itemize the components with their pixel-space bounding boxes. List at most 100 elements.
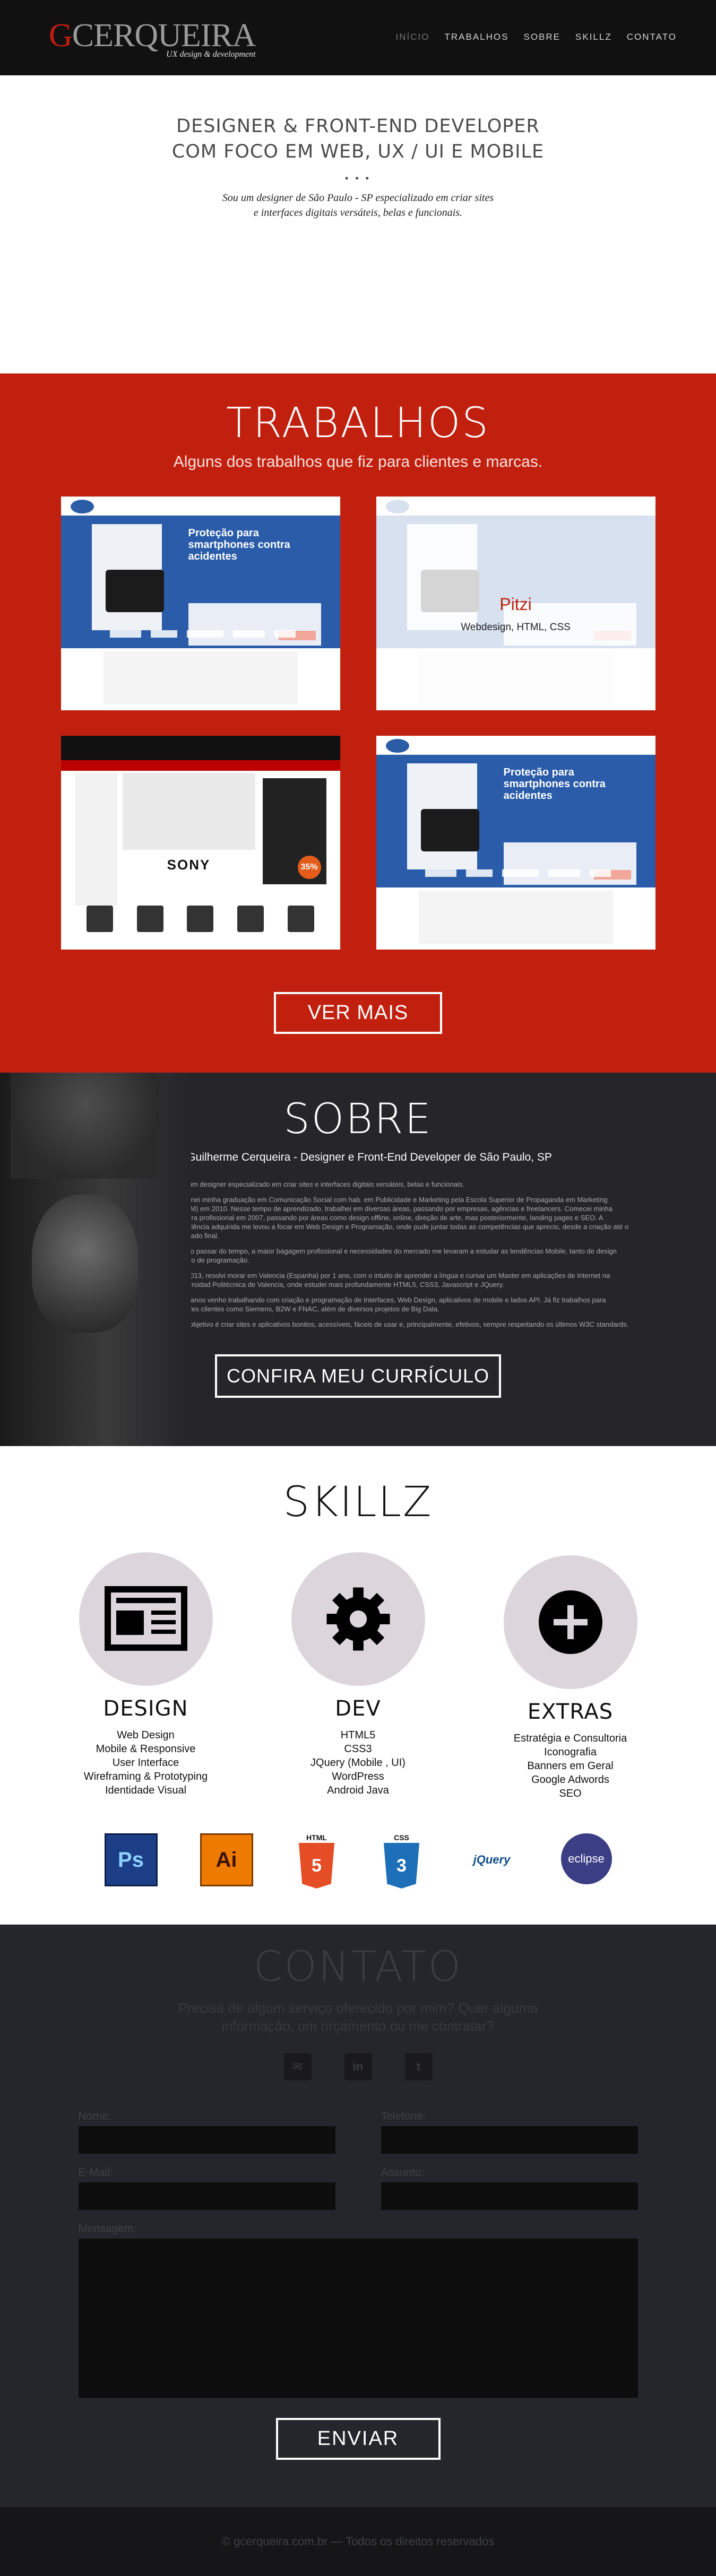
- profile-photo: [0, 1073, 191, 1446]
- skill-design: DESIGN Web Design Mobile & Responsive Us…: [79, 1552, 213, 1800]
- skill-item: Banners em Geral: [527, 1760, 614, 1772]
- site-logo[interactable]: GCERQUEIRA UX design & development: [49, 19, 256, 59]
- email-label: E-Mail:: [78, 2166, 113, 2179]
- sobre-section: SOBRE Sou Guilherme Cerqueira - Designer…: [0, 1073, 716, 1446]
- css3-logo: CSS 3: [381, 1833, 423, 1889]
- contato-title: CONTATO: [253, 1943, 463, 1991]
- skillz-section: SKILLZ DESIGN Web Design Mobile & Respon…: [0, 1446, 716, 1925]
- skill-item: SEO: [559, 1788, 582, 1799]
- site-header: GCERQUEIRA UX design & development INÍCI…: [0, 0, 716, 75]
- telefone-input[interactable]: [381, 2126, 638, 2154]
- curriculo-button[interactable]: CONFIRA MEU CURRÍCULO: [214, 1354, 502, 1398]
- portfolio-item-pitzi-1[interactable]: Proteção para smartphones contra acident…: [61, 497, 340, 710]
- contato-question-line-2: informação, um orçamento ou me contratar…: [221, 2018, 495, 2034]
- portfolio-overlay: Pitzi Webdesign, HTML, CSS: [376, 497, 655, 710]
- html5-icon: 5: [298, 1843, 335, 1889]
- nome-label: Nome:: [78, 2110, 111, 2122]
- gear-icon: [291, 1552, 425, 1686]
- screenshot-headline: Proteção para smartphones contra acident…: [188, 527, 290, 562]
- sobre-paragraph: Terminei minha graduação em Comunicação …: [174, 1196, 629, 1240]
- site-footer: © gcerqueira.com.br — Todos os direitos …: [0, 2507, 716, 2576]
- ver-mais-button[interactable]: VER MAIS: [273, 992, 443, 1034]
- hero-dots: • • •: [345, 173, 371, 184]
- hero-desc-line-1: Sou um designer de São Paulo - SP especi…: [222, 192, 494, 204]
- sobre-paragraph: Com o passar do tempo, a maior bagagem p…: [174, 1247, 617, 1264]
- contato-question-line-1: Precisa de algum serviço oferecido por m…: [178, 2000, 538, 2016]
- telefone-label: Telefone:: [381, 2110, 426, 2122]
- contato-section: CONTATO Precisa de algum serviço ofereci…: [0, 1925, 716, 2507]
- mensagem-textarea[interactable]: [78, 2239, 638, 2398]
- sobre-paragraph: Há 5 anos venho trabalhando com criação …: [174, 1296, 606, 1313]
- skill-item: User Interface: [112, 1757, 179, 1769]
- skillz-title: SKILLZ: [283, 1478, 433, 1526]
- css3-icon: 3: [383, 1843, 420, 1889]
- contato-question: Precisa de algum serviço oferecido por m…: [0, 1999, 716, 2035]
- skill-list: Web Design Mobile & Responsive User Inte…: [79, 1728, 213, 1797]
- mensagem-label: Mensagem:: [78, 2223, 137, 2235]
- enviar-button[interactable]: ENVIAR: [275, 2418, 441, 2460]
- skill-title: DESIGN: [103, 1696, 188, 1721]
- portfolio-screenshot: Proteção para smartphones contra acident…: [61, 497, 340, 710]
- nav-contato[interactable]: CONTATO: [619, 32, 684, 42]
- skill-item: Mobile & Responsive: [96, 1743, 196, 1755]
- hero-description: Sou um designer de São Paulo - SP especi…: [0, 190, 716, 220]
- portfolio-item-pitzi-2[interactable]: Proteção para smartphones contra acident…: [376, 736, 655, 950]
- nome-input[interactable]: [78, 2126, 335, 2154]
- nav-inicio[interactable]: INÍCIO: [389, 32, 437, 42]
- skill-title: EXTRAS: [527, 1700, 614, 1724]
- mail-icon[interactable]: ✉: [283, 2053, 312, 2081]
- twitter-icon[interactable]: t: [404, 2053, 433, 2081]
- sobre-paragraph: Meu objetivo é criar sites e aplicativos…: [174, 1320, 629, 1328]
- trabalhos-subtitle: Alguns dos trabalhos que fiz para client…: [173, 453, 543, 471]
- skill-item: Google Adwords: [531, 1774, 609, 1786]
- css3-label: CSS: [394, 1833, 409, 1842]
- main-nav: INÍCIO TRABALHOS SOBRE SKILLZ CONTATO: [389, 32, 684, 42]
- sobre-text: Sou um designer especializado em criar s…: [174, 1180, 631, 1329]
- hero-section: DESIGNER & FRONT-END DEVELOPER COM FOCO …: [0, 75, 716, 373]
- jquery-icon: jQuery: [473, 1853, 511, 1866]
- assunto-input[interactable]: [381, 2182, 638, 2210]
- tools-row: Ps Ai HTML 5 CSS 3 jQuery eclipse: [0, 1833, 716, 1889]
- skill-item: Iconografia: [544, 1746, 597, 1758]
- skill-item: CSS3: [344, 1743, 372, 1755]
- portfolio-item-ecommerce[interactable]: SONY 35%: [61, 736, 340, 950]
- skill-item: Web Design: [117, 1729, 175, 1741]
- skill-item: Android Java: [327, 1785, 389, 1796]
- skill-item: Wireframing & Prototyping: [83, 1771, 208, 1782]
- html5-label: HTML: [306, 1833, 327, 1842]
- skill-item: WordPress: [332, 1771, 384, 1782]
- html5-logo: HTML 5: [296, 1833, 338, 1889]
- skill-columns: DESIGN Web Design Mobile & Responsive Us…: [0, 1552, 716, 1800]
- sobre-paragraph: Em 2013, resolvi morar em Valencia (Espa…: [174, 1272, 610, 1289]
- portfolio-screenshot: SONY 35%: [61, 736, 340, 950]
- skill-list: HTML5 CSS3 JQuery (Mobile , UI) WordPres…: [291, 1728, 425, 1797]
- portfolio-overlay-title: Pitzi: [499, 595, 532, 614]
- linkedin-icon[interactable]: in: [344, 2053, 372, 2081]
- portfolio-overlay-tags: Webdesign, HTML, CSS: [461, 622, 571, 633]
- trabalhos-title: TRABALHOS: [226, 399, 490, 447]
- contact-form: Nome: Telefone: E-Mail: Assunto: Mensage…: [78, 2110, 638, 2398]
- social-links: ✉ in t: [0, 2053, 716, 2081]
- photoshop-icon: Ps: [104, 1833, 158, 1886]
- trabalhos-section: TRABALHOS Alguns dos trabalhos que fiz p…: [0, 373, 716, 1073]
- design-icon: [79, 1552, 213, 1686]
- skill-item: Identidade Visual: [105, 1785, 187, 1796]
- skill-list: Estratégia e Consultoria Iconografia Ban…: [504, 1731, 637, 1800]
- hero-desc-line-2: e interfaces digitais versáteis, belas e…: [253, 207, 463, 219]
- hero-title: DESIGNER & FRONT-END DEVELOPER COM FOCO …: [0, 114, 716, 164]
- portfolio-item-pitzi-hover[interactable]: Pitzi Webdesign, HTML, CSS: [376, 497, 655, 710]
- skill-extras: EXTRAS Estratégia e Consultoria Iconogra…: [503, 1555, 637, 1800]
- skill-dev: DEV HTML5 CSS3 JQuery (Mobile , UI) Word…: [291, 1552, 425, 1800]
- screenshot-brand: SONY: [167, 857, 211, 873]
- screenshot-headline: Proteção para smartphones contra acident…: [503, 767, 606, 802]
- email-input[interactable]: [78, 2182, 335, 2210]
- logo-wordmark: GCERQUEIRA: [49, 18, 256, 54]
- screenshot-sale-badge: 35%: [297, 856, 321, 879]
- sobre-paragraph: Sou um designer especializado em criar s…: [174, 1180, 464, 1188]
- skill-title: DEV: [335, 1696, 381, 1721]
- nav-skillz[interactable]: SKILLZ: [568, 32, 619, 42]
- eclipse-icon: eclipse: [560, 1833, 612, 1884]
- nav-trabalhos[interactable]: TRABALHOS: [437, 32, 516, 42]
- hero-title-line-2: COM FOCO EM WEB, UX / UI E MOBILE: [171, 141, 545, 162]
- nav-sobre[interactable]: SOBRE: [516, 32, 568, 42]
